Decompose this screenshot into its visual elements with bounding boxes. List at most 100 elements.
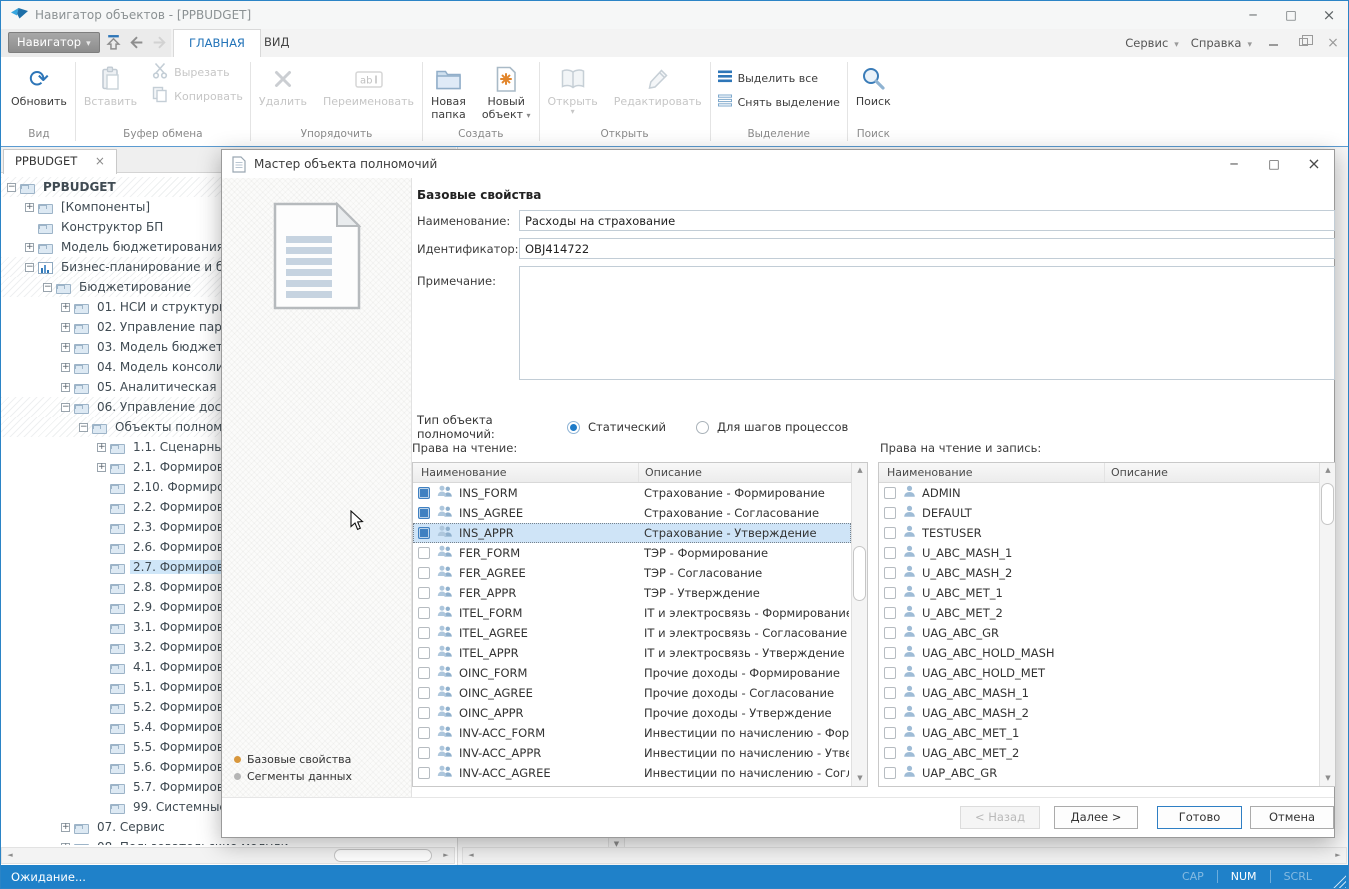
permission-row[interactable]: UAG_ABC_GR bbox=[879, 623, 1319, 643]
row-checkbox[interactable] bbox=[418, 627, 430, 639]
row-checkbox[interactable] bbox=[418, 707, 430, 719]
row-checkbox[interactable] bbox=[884, 727, 896, 739]
resize-grip[interactable] bbox=[1331, 873, 1346, 888]
permission-row[interactable]: FER_AGREE ТЭР - Согласование bbox=[413, 563, 851, 583]
tree-expander[interactable] bbox=[97, 463, 106, 472]
clear-selection-button[interactable]: Снять выделение bbox=[711, 90, 847, 114]
next-button[interactable]: Далее > bbox=[1054, 806, 1138, 829]
new-object-button[interactable]: Новыйобъект ▾ bbox=[474, 60, 539, 125]
menu-help[interactable]: Справка▾ bbox=[1185, 36, 1258, 50]
tree-expander[interactable] bbox=[7, 183, 16, 192]
list-header[interactable]: Наименование Описание bbox=[879, 463, 1319, 483]
tree-expander[interactable] bbox=[61, 403, 70, 412]
select-all-button[interactable]: Выделить все bbox=[711, 66, 847, 90]
note-field[interactable] bbox=[519, 266, 1335, 380]
radio-static-label[interactable]: Статический bbox=[588, 420, 666, 434]
read-list-scrollbar[interactable]: ▲ ▼ bbox=[851, 463, 867, 786]
scroll-right-icon[interactable]: ► bbox=[438, 848, 454, 863]
tree-expander[interactable] bbox=[79, 423, 88, 432]
tab-view[interactable]: ВИД bbox=[249, 29, 304, 57]
tree-tab-ppbudget[interactable]: PPBUDGET × bbox=[3, 149, 117, 174]
row-checkbox[interactable] bbox=[884, 687, 896, 699]
search-button[interactable]: Поиск bbox=[848, 60, 899, 111]
wizard-step[interactable]: Базовые свойства bbox=[234, 751, 352, 768]
permission-row[interactable]: ITEL_FORM IT и электросвязь - Формирован… bbox=[413, 603, 851, 623]
permission-row[interactable]: INV-ACC_FORM Инвестиции по начислению - … bbox=[413, 723, 851, 743]
tab-home[interactable]: ГЛАВНАЯ bbox=[173, 29, 261, 57]
permission-row[interactable]: ADMIN bbox=[879, 483, 1319, 503]
row-checkbox[interactable] bbox=[884, 587, 896, 599]
tree-expander[interactable] bbox=[61, 303, 70, 312]
mdi-close-button[interactable]: × bbox=[1318, 29, 1348, 57]
up-level-icon[interactable] bbox=[105, 34, 122, 54]
permission-row[interactable]: FER_FORM ТЭР - Формирование bbox=[413, 543, 851, 563]
radio-process-steps-label[interactable]: Для шагов процессов bbox=[717, 420, 848, 434]
tree-expander[interactable] bbox=[25, 203, 34, 212]
back-arrow-icon[interactable] bbox=[128, 34, 145, 54]
permission-row[interactable]: UAG_ABC_HOLD_MASH bbox=[879, 643, 1319, 663]
row-checkbox[interactable] bbox=[418, 767, 430, 779]
tree-expander[interactable] bbox=[61, 343, 70, 352]
mdi-restore-button[interactable] bbox=[1288, 29, 1318, 57]
permission-row[interactable]: DEFAULT bbox=[879, 503, 1319, 523]
refresh-button[interactable]: ⟳ Обновить bbox=[3, 60, 75, 111]
row-checkbox[interactable] bbox=[418, 487, 430, 499]
scroll-right-icon[interactable]: ► bbox=[1330, 848, 1346, 863]
permission-row[interactable]: UAG_ABC_MET_1 bbox=[879, 723, 1319, 743]
row-checkbox[interactable] bbox=[884, 747, 896, 759]
tree-expander[interactable] bbox=[97, 443, 106, 452]
menu-service[interactable]: Сервис▾ bbox=[1119, 36, 1185, 50]
scrollbar-thumb[interactable] bbox=[1321, 483, 1334, 525]
permission-row[interactable]: INS_FORM Страхование - Формирование bbox=[413, 483, 851, 503]
row-checkbox[interactable] bbox=[418, 747, 430, 759]
column-header-name[interactable]: Наименование bbox=[887, 463, 972, 482]
scroll-left-icon[interactable]: ◄ bbox=[2, 848, 18, 863]
dialog-close-button[interactable]: × bbox=[1294, 150, 1334, 178]
row-checkbox[interactable] bbox=[418, 607, 430, 619]
column-header-description[interactable]: Описание bbox=[1104, 463, 1168, 482]
row-checkbox[interactable] bbox=[884, 547, 896, 559]
window-minimize-button[interactable]: ─ bbox=[1234, 1, 1272, 29]
tree-expander[interactable] bbox=[61, 843, 70, 846]
tree-expander[interactable] bbox=[61, 823, 70, 832]
permission-row[interactable]: U_ABC_MET_1 bbox=[879, 583, 1319, 603]
permission-row[interactable]: TESTUSER bbox=[879, 523, 1319, 543]
window-maximize-button[interactable]: □ bbox=[1272, 1, 1310, 29]
scrollbar-thumb[interactable] bbox=[334, 849, 432, 862]
row-checkbox[interactable] bbox=[418, 687, 430, 699]
scroll-up-icon[interactable]: ▲ bbox=[1320, 463, 1336, 478]
radio-static[interactable] bbox=[567, 421, 580, 434]
tab-close-icon[interactable]: × bbox=[95, 154, 105, 168]
row-checkbox[interactable] bbox=[884, 667, 896, 679]
permission-row[interactable]: UAP_ABC_GR bbox=[879, 763, 1319, 783]
column-header-description[interactable]: Описание bbox=[638, 463, 702, 482]
permission-row[interactable]: UAG_ABC_MASH_2 bbox=[879, 703, 1319, 723]
row-checkbox[interactable] bbox=[418, 527, 430, 539]
dialog-maximize-button[interactable]: □ bbox=[1254, 150, 1294, 178]
row-checkbox[interactable] bbox=[884, 647, 896, 659]
permission-row[interactable]: INS_APPR Страхование - Утверждение bbox=[413, 523, 851, 543]
column-header-name[interactable]: Наименование bbox=[421, 463, 506, 482]
row-checkbox[interactable] bbox=[884, 487, 896, 499]
tree-expander[interactable] bbox=[61, 383, 70, 392]
list-header[interactable]: Наименование Описание bbox=[413, 463, 851, 483]
scrollbar-thumb[interactable] bbox=[853, 546, 866, 601]
row-checkbox[interactable] bbox=[884, 707, 896, 719]
row-checkbox[interactable] bbox=[418, 727, 430, 739]
new-folder-button[interactable]: Новаяпапка bbox=[423, 60, 474, 124]
permission-row[interactable]: UAG_ABC_HOLD_MET bbox=[879, 663, 1319, 683]
row-checkbox[interactable] bbox=[884, 767, 896, 779]
permission-row[interactable]: INV-ACC_APPR Инвестиции по начислению - … bbox=[413, 743, 851, 763]
permission-row[interactable]: OINC_APPR Прочие доходы - Утверждение bbox=[413, 703, 851, 723]
scroll-left-icon[interactable]: ◄ bbox=[463, 848, 479, 863]
row-checkbox[interactable] bbox=[418, 587, 430, 599]
scroll-down-icon[interactable]: ▼ bbox=[852, 771, 868, 786]
cancel-button[interactable]: Отмена bbox=[1250, 806, 1334, 829]
finish-button[interactable]: Готово bbox=[1157, 806, 1242, 829]
permission-row[interactable]: ITEL_APPR IT и электросвязь - Утверждени… bbox=[413, 643, 851, 663]
id-field[interactable] bbox=[519, 238, 1335, 259]
tree-expander[interactable] bbox=[25, 263, 34, 272]
row-checkbox[interactable] bbox=[884, 607, 896, 619]
content-horizontal-scrollbar[interactable]: ◄ ► bbox=[462, 847, 1347, 864]
permission-row[interactable]: INS_AGREE Страхование - Согласование bbox=[413, 503, 851, 523]
